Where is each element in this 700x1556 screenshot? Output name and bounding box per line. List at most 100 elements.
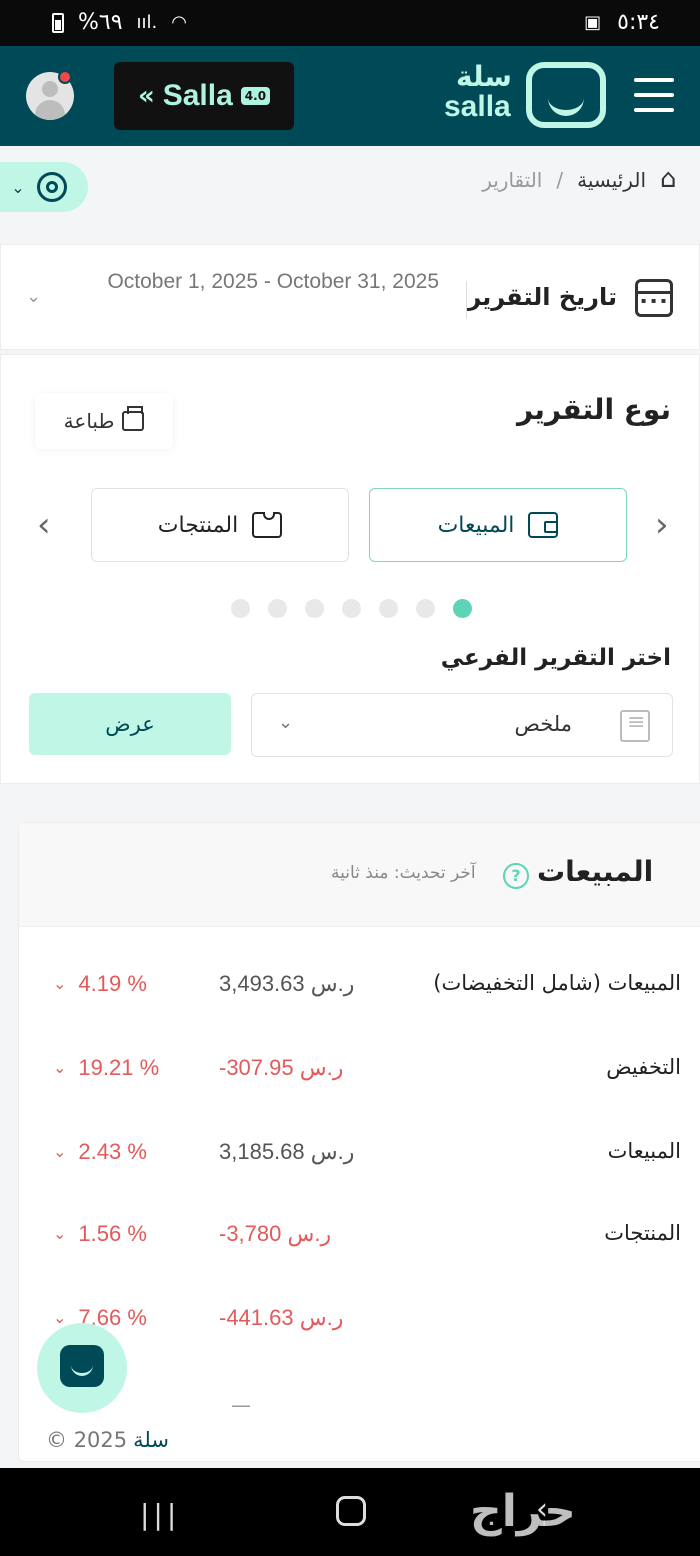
row-amount: 3,185.68 ر.س — [219, 1139, 355, 1164]
battery-level: %٦٩ — [78, 10, 123, 35]
arrow-down-icon: ⌄ — [53, 1310, 67, 1327]
print-label: طباعة — [63, 409, 115, 433]
last-updated: آخر تحديث: منذ ثانية — [331, 863, 476, 883]
row-change-value: 1.56 % — [78, 1221, 147, 1246]
breadcrumb: الرئيسية / التقارير — [482, 164, 684, 194]
chevron-down-icon: ⌄ — [278, 712, 294, 733]
menu-icon[interactable] — [634, 78, 674, 112]
badge-version: 4.0 — [240, 87, 271, 105]
brand-english: salla — [444, 90, 511, 123]
printer-icon — [122, 406, 145, 431]
row-label: المبيعات — [607, 1139, 681, 1163]
arrow-down-icon: ⌄ — [53, 1226, 67, 1243]
tab-products-label: المنتجات — [157, 512, 239, 538]
chat-icon — [60, 1345, 104, 1387]
app-header: « Salla 4.0 سلة salla — [0, 46, 700, 146]
report-date-value[interactable]: October 1, 2025 - October 31, 2025 — [61, 263, 439, 301]
system-nav-bar: ||| ‹ حراج — [0, 1468, 700, 1556]
clock: ٥:٣٤ — [617, 10, 660, 35]
breadcrumb-separator: / — [556, 168, 564, 192]
arrow-down-icon: ⌄ — [53, 1144, 67, 1161]
view-button[interactable]: عرض — [29, 693, 231, 755]
breadcrumb-home[interactable]: الرئيسية — [577, 168, 646, 192]
row-amount: 3,493.63 ر.س — [219, 971, 355, 996]
sales-title: المبيعات — [537, 855, 654, 888]
row-change: ⌄ 19.21 % — [53, 1055, 159, 1081]
row-label: المنتجات — [604, 1221, 681, 1245]
row-change-value: 19.21 % — [78, 1055, 160, 1080]
chevron-right-icon[interactable]: › — [655, 505, 669, 545]
chat-button[interactable] — [37, 1323, 127, 1413]
signal-icon: ııl. — [136, 12, 158, 33]
row-amount: -3,780 ر.س — [219, 1221, 332, 1246]
wallet-icon — [528, 512, 559, 538]
row-amount: -441.63 ر.س — [219, 1305, 344, 1330]
carousel-dot[interactable] — [379, 599, 398, 618]
tab-sales[interactable]: المبيعات — [369, 488, 627, 562]
salla-logo[interactable]: سلة salla — [440, 60, 610, 132]
tab-products[interactable]: المنتجات — [91, 488, 349, 562]
carousel-dot[interactable] — [268, 599, 287, 618]
chevron-down-icon: ⌄ — [11, 177, 25, 197]
help-button[interactable]: ⌄ — [0, 162, 88, 212]
image-icon: ▣ — [584, 12, 602, 33]
carousel-dot[interactable] — [231, 599, 250, 618]
row-label: التخفيض — [606, 1055, 681, 1079]
lifebuoy-icon — [36, 172, 67, 202]
footer: سلة 2025 © — [46, 1428, 169, 1452]
status-bar: %٦٩ ııl. ◠ ▣ ٥:٣٤ — [0, 0, 700, 46]
report-type-card: نوع التقرير طباعة › المبيعات المنتجات ‹ … — [0, 354, 700, 784]
print-button[interactable]: طباعة — [35, 393, 173, 449]
divider — [466, 281, 467, 319]
table-row: المنتجات -3,780 ر.س ⌄ 1.56 % — [19, 1209, 700, 1259]
arrow-down-icon: ⌄ — [53, 976, 67, 993]
row-amount: -307.95 ر.س — [219, 1055, 344, 1080]
report-date-label: تاريخ التقرير — [467, 283, 617, 311]
document-icon — [620, 710, 650, 742]
footer-copyright: 2025 © — [46, 1428, 128, 1452]
sub-report-value: ملخص — [514, 712, 572, 736]
shirt-icon — [252, 512, 283, 538]
table-row: التخفيض -307.95 ر.س ⌄ 19.21 % — [19, 1043, 700, 1093]
badge-name: Salla — [162, 79, 233, 112]
carousel-dot[interactable] — [416, 599, 435, 618]
help-icon[interactable]: ? — [503, 863, 529, 889]
bag-logo-icon — [526, 62, 606, 128]
footer-brand: سلة — [133, 1428, 169, 1452]
watermark-logo: حراج — [470, 1486, 576, 1537]
battery-icon — [52, 12, 64, 33]
carousel-dot-active[interactable] — [453, 599, 472, 618]
notification-dot — [58, 70, 72, 84]
row-change-value: 2.43 % — [78, 1139, 147, 1164]
salla-version-badge[interactable]: « Salla 4.0 — [114, 62, 294, 130]
chevron-left-icon[interactable]: ‹ — [37, 505, 51, 545]
placeholder-dash: — — [231, 1393, 251, 1417]
carousel-dots — [231, 599, 472, 618]
status-left: %٦٩ ııl. ◠ — [52, 10, 187, 35]
row-change: ⌄ 4.19 % — [53, 971, 147, 997]
double-chevron-icon: « — [137, 81, 155, 111]
row-label: المبيعات (شامل التخفيضات) — [433, 971, 681, 995]
home-button-icon[interactable] — [336, 1496, 366, 1526]
row-change: ⌄ 1.56 % — [53, 1221, 147, 1247]
breadcrumb-current: التقارير — [482, 168, 543, 192]
table-row: المبيعات 3,185.68 ر.س ⌄ 2.43 % — [19, 1127, 700, 1177]
status-right: ▣ ٥:٣٤ — [584, 10, 660, 35]
wifi-icon: ◠ — [171, 12, 187, 33]
carousel-dot[interactable] — [305, 599, 324, 618]
chevron-down-icon[interactable]: ⌄ — [26, 286, 41, 307]
sub-report-label: اختر التقرير الفرعي — [440, 645, 671, 671]
home-icon[interactable] — [660, 164, 684, 194]
row-change: ⌄ 2.43 % — [53, 1139, 147, 1165]
report-date-card[interactable]: تاريخ التقرير October 1, 2025 - October … — [0, 244, 700, 350]
arrow-down-icon: ⌄ — [53, 1060, 67, 1077]
calendar-icon — [635, 279, 673, 317]
tab-sales-label: المبيعات — [437, 512, 515, 538]
sub-report-select[interactable]: ملخص ⌄ — [251, 693, 673, 757]
report-type-title: نوع التقرير — [517, 393, 671, 426]
recents-icon[interactable]: ||| — [140, 1498, 180, 1531]
brand-arabic: سلة — [456, 60, 512, 93]
sales-header: المبيعات ? آخر تحديث: منذ ثانية — [19, 823, 700, 927]
carousel-dot[interactable] — [342, 599, 361, 618]
table-row: المبيعات (شامل التخفيضات) 3,493.63 ر.س ⌄… — [19, 959, 700, 1009]
